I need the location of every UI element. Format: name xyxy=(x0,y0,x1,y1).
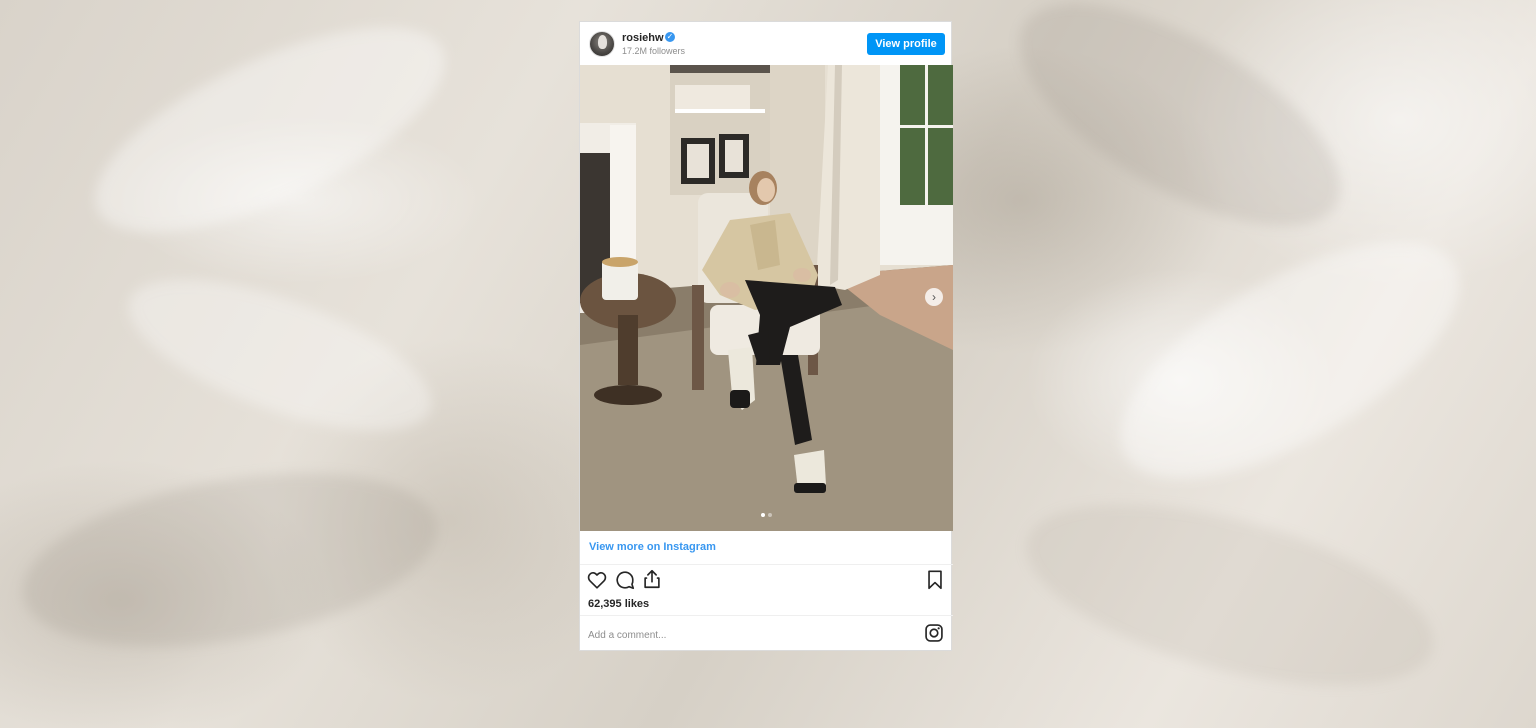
feather-blur xyxy=(986,0,1374,270)
carousel-indicator xyxy=(761,513,773,517)
carousel-dot-active xyxy=(761,513,765,517)
view-profile-button[interactable]: View profile xyxy=(867,33,945,55)
feather-blur xyxy=(68,0,472,274)
feather-blur xyxy=(9,444,451,676)
bookmark-icon[interactable] xyxy=(924,569,946,591)
next-photo-button[interactable]: › xyxy=(925,288,943,306)
feather-blur xyxy=(1085,195,1495,525)
like-count: 62,395 likes xyxy=(588,598,650,610)
avatar[interactable] xyxy=(589,31,615,57)
instagram-embed-card: rosiehw ✓ 17.2M followers View profile ›… xyxy=(579,21,953,651)
post-photo[interactable]: › xyxy=(580,65,953,531)
instagram-icon[interactable] xyxy=(924,623,944,643)
feather-blur xyxy=(110,248,450,462)
follower-count: 17.2M followers xyxy=(622,46,686,56)
verified-badge-icon: ✓ xyxy=(665,32,675,42)
feather-blur xyxy=(1007,468,1453,722)
divider xyxy=(580,615,953,616)
heart-icon[interactable] xyxy=(586,569,608,591)
share-icon[interactable] xyxy=(641,568,663,590)
comment-icon[interactable] xyxy=(614,569,636,591)
post-header: rosiehw ✓ 17.2M followers View profile xyxy=(580,22,953,65)
carousel-dot xyxy=(768,513,772,517)
photo-illustration xyxy=(580,65,953,531)
view-more-link[interactable]: View more on Instagram xyxy=(589,541,716,553)
comment-input[interactable] xyxy=(588,627,908,643)
divider xyxy=(580,564,953,565)
username[interactable]: rosiehw xyxy=(622,32,664,44)
